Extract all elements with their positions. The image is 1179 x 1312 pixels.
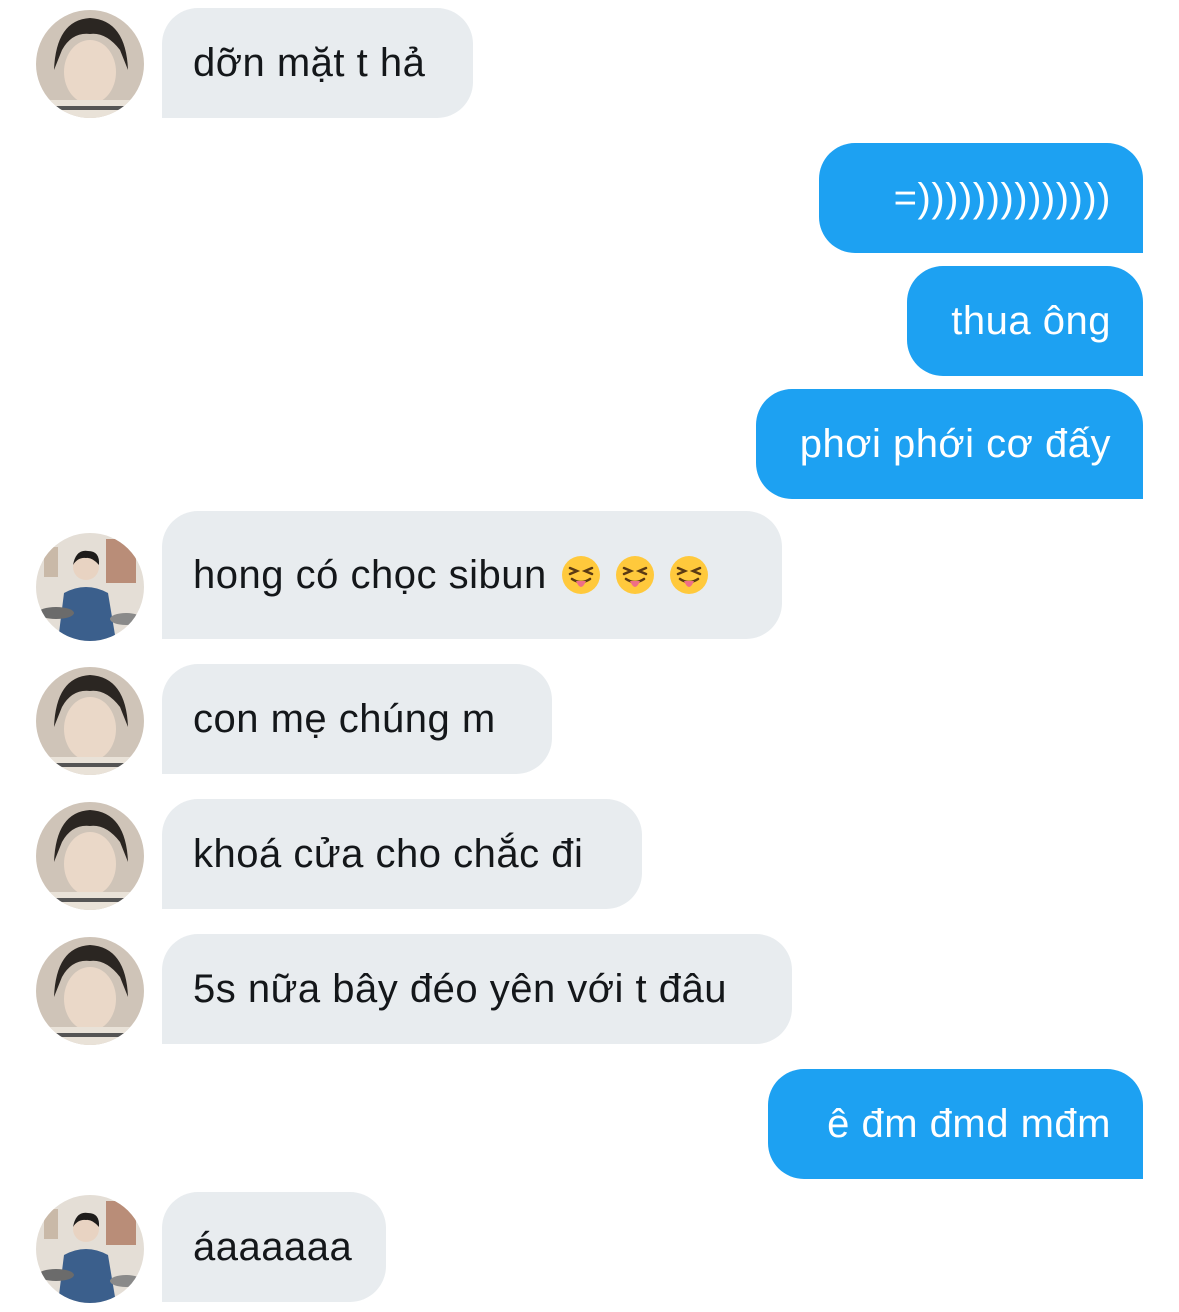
message-bubble-incoming[interactable]: con mẹ chúng m	[162, 664, 552, 774]
tongue-squint-emoji-icon	[669, 555, 709, 595]
message-text: dỡn mặt t hả	[193, 40, 426, 85]
avatar-portrait-icon[interactable]	[36, 937, 144, 1045]
message-text: khoá cửa cho chắc đi	[193, 831, 584, 876]
message-text: ê đm đmd mđm	[827, 1101, 1111, 1146]
avatar-portrait-icon[interactable]	[36, 802, 144, 910]
message-text: =))))))))))))))	[893, 175, 1111, 220]
message-bubble-outgoing[interactable]: phơi phới cơ đấy	[756, 389, 1143, 499]
message-text: áaaaaaa	[193, 1224, 353, 1269]
message-text: 5s nữa bây đéo yên với t đâu	[193, 966, 727, 1011]
message-text: con mẹ chúng m	[193, 696, 496, 741]
message-bubble-outgoing[interactable]: thua ông	[907, 266, 1143, 376]
message-bubble-incoming[interactable]: khoá cửa cho chắc đi	[162, 799, 642, 909]
emoji-group	[561, 555, 723, 595]
message-text: hong có chọc sibun	[193, 552, 547, 597]
message-bubble-incoming[interactable]: áaaaaaa	[162, 1192, 386, 1302]
message-bubble-incoming[interactable]: hong có chọc sibun	[162, 511, 782, 639]
avatar-portrait-icon[interactable]	[36, 10, 144, 118]
tongue-squint-emoji-icon	[561, 555, 601, 595]
avatar-drummer-icon[interactable]	[36, 1195, 144, 1303]
avatar-drummer-icon[interactable]	[36, 533, 144, 641]
message-bubble-outgoing[interactable]: =))))))))))))))	[819, 143, 1143, 253]
message-bubble-incoming[interactable]: dỡn mặt t hả	[162, 8, 473, 118]
message-bubble-outgoing[interactable]: ê đm đmd mđm	[768, 1069, 1143, 1179]
message-bubble-incoming[interactable]: 5s nữa bây đéo yên với t đâu	[162, 934, 792, 1044]
tongue-squint-emoji-icon	[615, 555, 655, 595]
avatar-portrait-icon[interactable]	[36, 667, 144, 775]
message-text: phơi phới cơ đấy	[799, 421, 1111, 466]
message-text: thua ông	[951, 298, 1111, 343]
